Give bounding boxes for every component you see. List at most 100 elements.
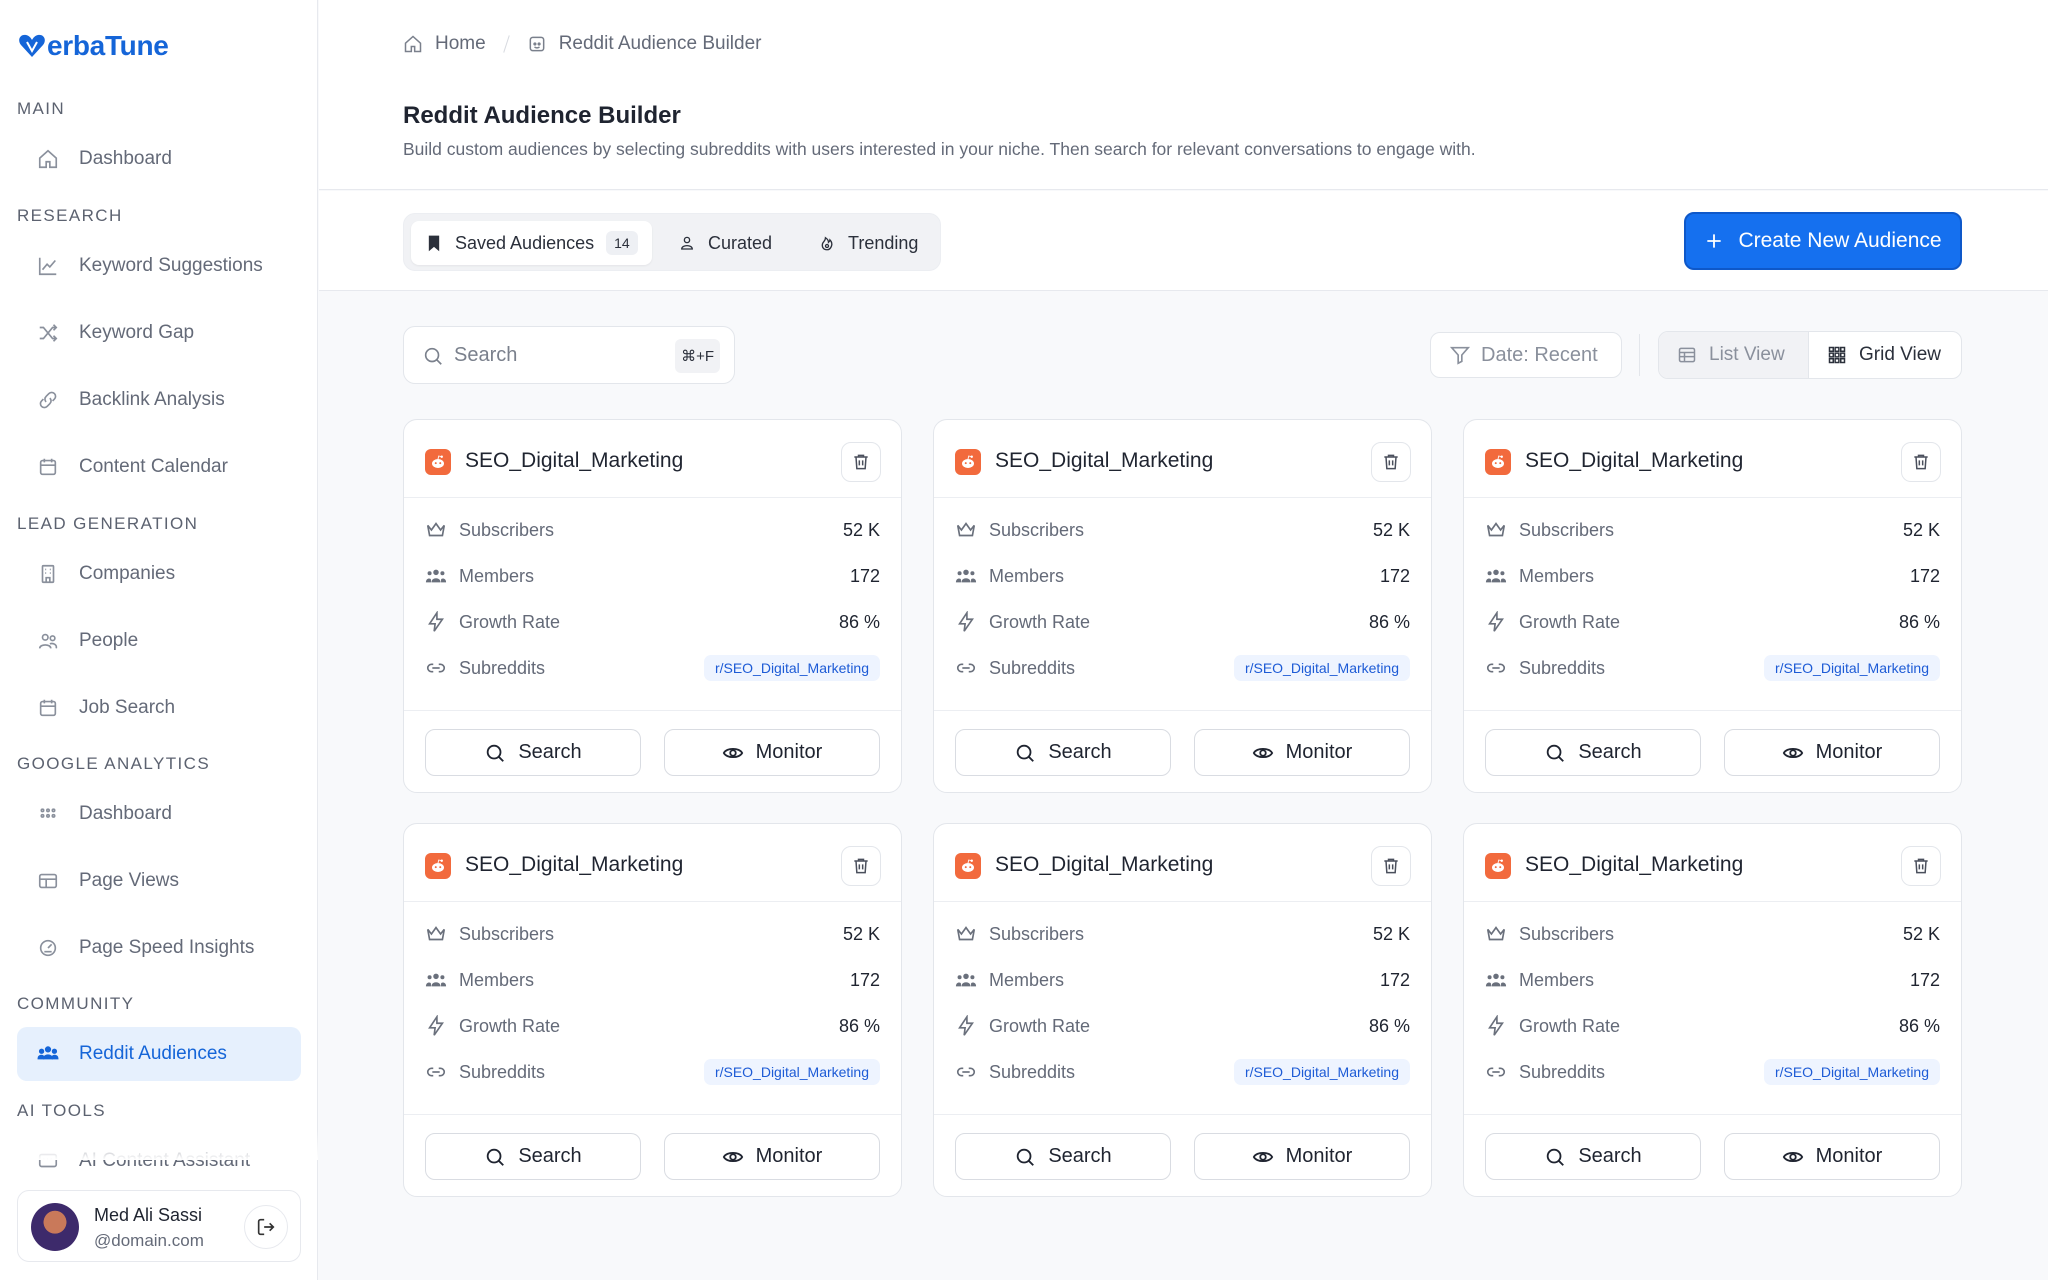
subreddit-tag[interactable]: r/SEO_Digital_Marketing [1763,1059,1940,1085]
search-button[interactable]: Search [955,729,1171,776]
subreddit-tag[interactable]: r/SEO_Digital_Marketing [703,655,880,681]
nav-section-research: RESEARCH [17,206,123,225]
sidebar-item-ga-dashboard[interactable]: Dashboard [17,787,301,841]
app-name: erbaTune [47,30,169,61]
stat-label: Subscribers [989,519,1085,540]
home-icon [404,35,422,53]
user-handle: @domain.com [94,1231,204,1250]
search-button[interactable]: Search [1485,729,1701,776]
tab-saved-audiences[interactable]: Saved Audiences 14 [411,221,652,265]
monitor-button[interactable]: Monitor [664,1133,880,1180]
search-button[interactable]: Search [955,1133,1171,1180]
subreddit-tag[interactable]: r/SEO_Digital_Marketing [703,1059,880,1085]
search-input[interactable]: Search ⌘+F [403,326,735,384]
delete-button[interactable] [841,846,881,886]
grid-view-label: Grid View [1859,344,1942,365]
calendar-icon [39,699,57,717]
monitor-button[interactable]: Monitor [1724,1133,1940,1180]
delete-button[interactable] [1371,846,1411,886]
sidebar-item-job-search[interactable]: Job Search [17,681,301,735]
reddit-icon [425,853,451,879]
nav-section-lead-generation: LEAD GENERATION [17,514,199,533]
search-icon [1017,744,1035,762]
subscribers-row: Subscribers 52 K [955,516,1410,544]
link-icon [426,1067,446,1077]
grid-view-button[interactable]: Grid View [1809,332,1961,378]
subreddit-tag[interactable]: r/SEO_Digital_Marketing [1233,1059,1410,1085]
sidebar-item-dashboard[interactable]: Dashboard [17,132,301,186]
sidebar: erbaTune MAIN Dashboard RESEARCH Keyword… [0,0,318,1280]
audience-card: SEO_Digital_Marketing Subscribers 52 K M… [1463,823,1962,1197]
sidebar-item-page-speed-insights[interactable]: Page Speed Insights [17,921,301,975]
subreddits-row: Subreddits r/SEO_Digital_Marketing [955,654,1410,682]
list-view-button[interactable]: List View [1659,332,1809,378]
reddit-icon [425,449,451,475]
lightning-icon [1488,611,1504,632]
monitor-button[interactable]: Monitor [664,729,880,776]
stat-label: Subscribers [1519,519,1615,540]
crown-icon [426,522,446,537]
trash-icon [1384,858,1398,874]
stat-label: Growth Rate [459,611,561,632]
lightning-icon [1488,1015,1504,1036]
sidebar-item-keyword-gap[interactable]: Keyword Gap [17,306,301,360]
search-button-label: Search [1578,741,1642,763]
monitor-button[interactable]: Monitor [1194,729,1410,776]
eye-icon [1252,1151,1273,1162]
search-button[interactable]: Search [425,729,641,776]
card-header: SEO_Digital_Marketing [1464,824,1961,902]
monitor-button[interactable]: Monitor [1194,1133,1410,1180]
sidebar-item-backlink-analysis[interactable]: Backlink Analysis [17,373,301,427]
trash-icon [1914,858,1928,874]
subreddit-tag[interactable]: r/SEO_Digital_Marketing [1233,655,1410,681]
subreddit-tag[interactable]: r/SEO_Digital_Marketing [1763,655,1940,681]
tab-count-badge: 14 [606,231,638,255]
breadcrumb-home[interactable]: Home [435,33,486,55]
reddit-icon [1485,853,1511,879]
sidebar-item-page-views[interactable]: Page Views [17,854,301,908]
sidebar-item-label: Page Speed Insights [79,937,255,958]
search-icon [487,744,505,762]
create-new-audience-button[interactable]: Create New Audience [1684,212,1962,270]
monitor-button-label: Monitor [1815,741,1883,763]
divider [1639,334,1640,376]
delete-button[interactable] [841,442,881,482]
audience-tabs: Saved Audiences 14 Curated Trending [403,213,941,271]
trash-icon [1914,454,1928,470]
sidebar-item-content-calendar[interactable]: Content Calendar [17,440,301,494]
growth-rate-row: Growth Rate 86 % [425,608,880,636]
search-button-label: Search [1048,741,1112,763]
search-button[interactable]: Search [1485,1133,1701,1180]
plus-icon [1707,234,1722,248]
monitor-button[interactable]: Monitor [1724,729,1940,776]
delete-button[interactable] [1901,442,1941,482]
sidebar-item-people[interactable]: People [17,614,301,668]
search-icon [487,1148,505,1166]
avatar[interactable] [31,1203,79,1251]
delete-button[interactable] [1371,442,1411,482]
search-button[interactable]: Search [425,1133,641,1180]
delete-button[interactable] [1901,846,1941,886]
filter-label: Date: Recent [1481,343,1598,366]
app-logo[interactable]: erbaTune [18,30,169,62]
stat-label: Growth Rate [1519,611,1621,632]
sidebar-item-reddit-audiences[interactable]: Reddit Audiences [17,1027,301,1081]
lightning-icon [958,611,974,632]
subreddits-row: Subreddits r/SEO_Digital_Marketing [1485,1058,1940,1086]
tab-curated[interactable]: Curated [664,221,786,265]
users-icon [955,569,977,583]
lightning-icon [958,1015,974,1036]
search-icon [1017,1148,1035,1166]
card-header: SEO_Digital_Marketing [934,824,1431,902]
date-filter-button[interactable]: Date: Recent [1430,332,1622,378]
sidebar-item-keyword-suggestions[interactable]: Keyword Suggestions [17,239,301,293]
stat-label: Subscribers [1519,923,1615,944]
list-view-label: List View [1709,344,1785,365]
logout-button[interactable] [244,1205,288,1249]
filter-icon [1449,346,1471,365]
stat-label: Members [1519,565,1595,586]
tab-trending[interactable]: Trending [804,221,932,265]
stat-label: Subreddits [1519,657,1606,678]
sidebar-item-companies[interactable]: Companies [17,547,301,601]
eye-icon [722,1151,743,1162]
